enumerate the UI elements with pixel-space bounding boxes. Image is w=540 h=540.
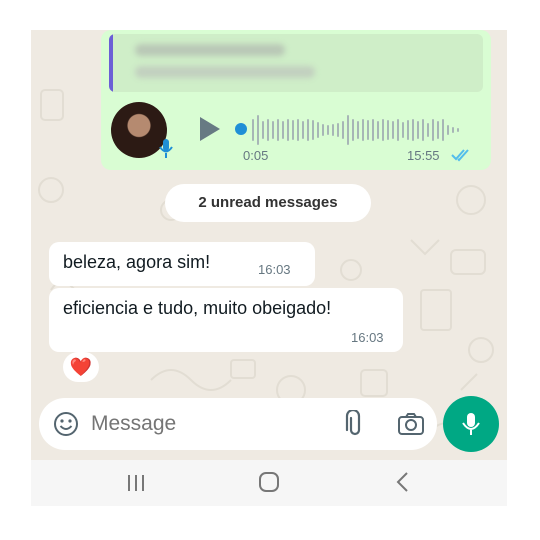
audio-waveform[interactable] <box>251 110 471 150</box>
message-time: 15:55 <box>407 148 440 163</box>
attachment-icon[interactable] <box>345 410 365 438</box>
message-composer[interactable] <box>39 398 437 450</box>
message-input[interactable] <box>91 412 321 436</box>
play-icon[interactable] <box>197 114 223 144</box>
home-icon[interactable] <box>257 470 281 494</box>
quoted-text-blurred <box>135 66 315 78</box>
quoted-sender-blurred <box>135 44 285 56</box>
back-icon[interactable] <box>393 470 413 494</box>
camera-icon[interactable] <box>397 412 425 436</box>
emoji-icon[interactable] <box>53 411 79 437</box>
recent-apps-icon[interactable] <box>125 472 147 494</box>
heart-reaction[interactable]: ❤️ <box>63 352 99 382</box>
voice-record-button[interactable] <box>443 396 499 452</box>
incoming-message[interactable]: beleza, agora sim! 16:03 <box>49 242 315 286</box>
message-text: beleza, agora sim! <box>63 252 211 272</box>
quote-accent-bar <box>109 34 113 92</box>
message-text: eficiencia e tudo, muito obeigado! <box>63 298 332 318</box>
message-time: 16:03 <box>351 330 384 345</box>
microphone-badge-icon <box>159 139 173 158</box>
incoming-message[interactable]: eficiencia e tudo, muito obeigado! 16:03 <box>49 288 403 352</box>
voice-duration: 0:05 <box>243 148 269 163</box>
voice-message-bubble[interactable]: 0:05 15:55 <box>101 30 491 170</box>
chat-screen: 0:05 15:55 2 unread messages beleza, ago… <box>31 30 507 506</box>
quoted-message[interactable] <box>109 34 483 92</box>
system-navigation-bar <box>31 460 507 506</box>
unread-messages-divider: 2 unread messages <box>165 184 371 222</box>
double-check-icon <box>451 149 469 162</box>
microphone-icon <box>462 413 480 435</box>
playback-position-dot[interactable] <box>235 123 247 135</box>
message-time: 16:03 <box>258 262 291 277</box>
